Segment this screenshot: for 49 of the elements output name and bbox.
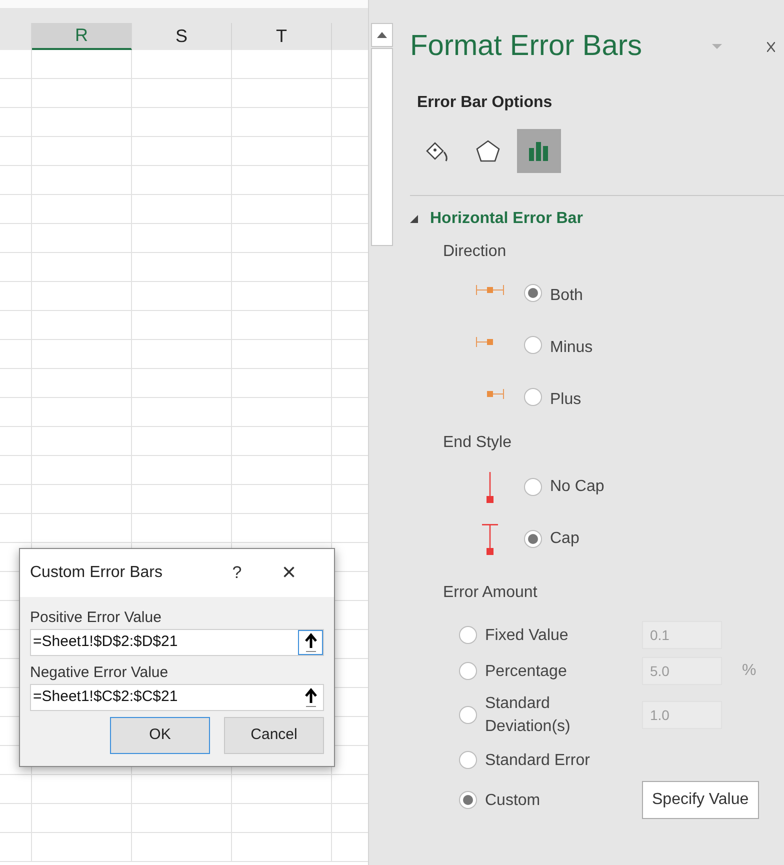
cap-icon — [482, 524, 498, 554]
pane-title: Format Error Bars — [410, 29, 642, 64]
error-bar-minus-icon — [476, 336, 493, 348]
options-tab[interactable] — [517, 129, 561, 173]
help-button[interactable]: ? — [222, 560, 252, 586]
radio-label[interactable]: Plus — [550, 388, 582, 412]
radio-button[interactable] — [524, 388, 542, 406]
pentagon-icon — [475, 139, 501, 163]
radio-button[interactable] — [524, 284, 542, 302]
radio-label[interactable]: Cap — [550, 527, 580, 551]
close-button[interactable]: × — [274, 561, 304, 585]
dialog-title: Custom Error Bars — [30, 563, 164, 583]
scroll-up-button[interactable] — [371, 23, 393, 47]
column-header[interactable]: T — [232, 23, 332, 50]
range-field[interactable]: =Sheet1!$C$2:$C$21 — [30, 684, 324, 711]
radio-label[interactable]: Standard Error — [485, 748, 605, 772]
arrow-up-icon — [304, 688, 318, 708]
dialog-button[interactable]: OK — [110, 717, 210, 754]
specify-value-button[interactable]: Specify Value — [642, 781, 759, 819]
subtitle: Error Bar Options — [417, 93, 554, 113]
column-header[interactable]: S — [132, 23, 232, 50]
close-icon — [767, 42, 776, 52]
radio-button[interactable] — [524, 336, 542, 354]
group-label: Direction — [443, 242, 508, 262]
radio-button[interactable] — [524, 530, 542, 548]
error-bar-both-icon — [476, 284, 504, 296]
triangle-up-icon — [377, 32, 387, 38]
error-bar-plus-icon — [487, 388, 504, 400]
collapse-dialog-button[interactable] — [298, 630, 323, 655]
field-label: Positive Error Value — [30, 608, 162, 628]
radio-button[interactable] — [459, 751, 477, 769]
radio-label[interactable]: Minus — [550, 336, 593, 360]
caret-down-icon — [712, 44, 722, 50]
radio-label[interactable]: Both — [550, 284, 583, 308]
group-label: Error Amount — [443, 583, 538, 603]
radio-label[interactable]: No Cap — [550, 475, 604, 499]
no-cap-icon — [486, 472, 494, 502]
radio-button[interactable] — [524, 478, 542, 496]
radio-button[interactable] — [459, 791, 477, 809]
section-title[interactable]: Horizontal Error Bar — [430, 207, 583, 231]
arrow-up-icon — [304, 632, 318, 652]
radio-label[interactable]: Custom — [485, 788, 605, 812]
scrollbar-thumb[interactable] — [371, 48, 393, 246]
dialog-button[interactable]: Cancel — [224, 717, 324, 754]
group-label: End Style — [443, 433, 512, 453]
range-field[interactable]: =Sheet1!$D$2:$D$21 — [30, 629, 324, 656]
column-header[interactable]: R — [32, 23, 132, 50]
unit-label: % — [742, 661, 756, 681]
field-label: Negative Error Value — [30, 663, 170, 683]
